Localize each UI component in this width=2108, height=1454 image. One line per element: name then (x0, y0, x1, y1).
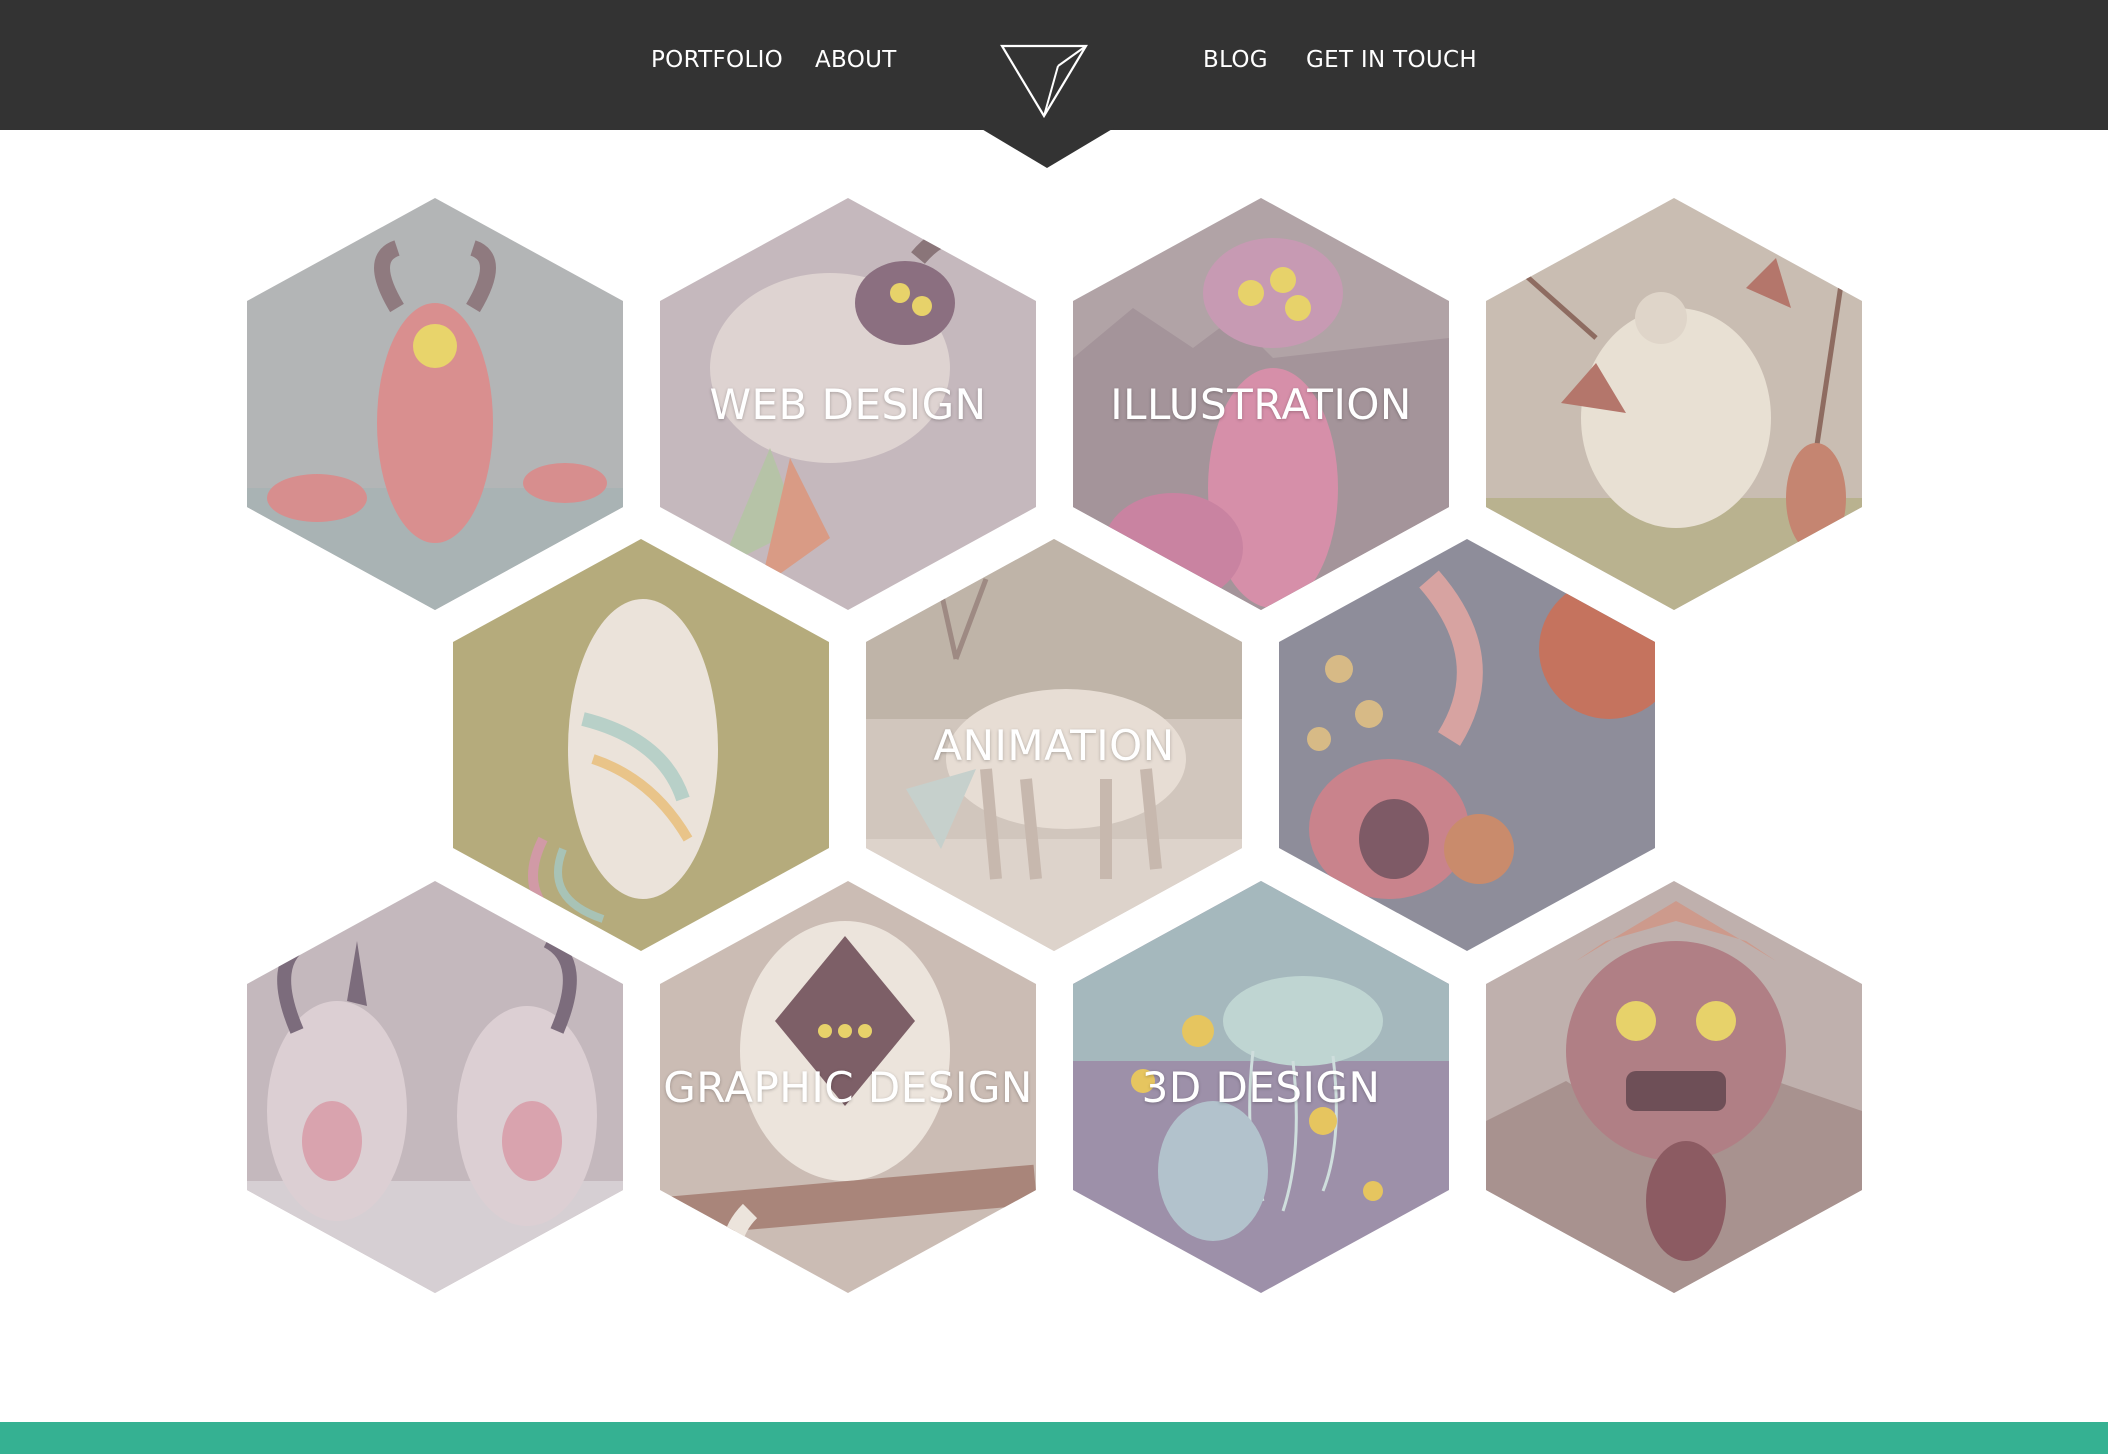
animation-tile[interactable]: ANIMATION (866, 539, 1242, 951)
triangle-down-icon (1000, 44, 1088, 119)
tile-label: ANIMATION (933, 720, 1175, 770)
portfolio-tile[interactable] (1486, 198, 1862, 610)
tile-label (247, 198, 623, 610)
tile-label (1486, 198, 1862, 610)
portfolio-tile[interactable] (453, 539, 829, 951)
graphic-design-tile[interactable]: GRAPHIC DESIGN (660, 881, 1036, 1293)
tile-label: WEB DESIGN (709, 379, 987, 429)
3d-design-tile[interactable]: 3D DESIGN (1073, 881, 1449, 1293)
tile-label (1486, 881, 1862, 1293)
site-header: PORTFOLIO ABOUT BLOG GET IN TOUCH (0, 0, 2108, 130)
portfolio-tile[interactable] (247, 881, 623, 1293)
nav-blog[interactable]: BLOG (1203, 46, 1268, 74)
tile-label (453, 539, 829, 951)
tile-label: 3D DESIGN (1141, 1062, 1381, 1112)
tile-label: GRAPHIC DESIGN (663, 1062, 1033, 1112)
footer-accent-bar (0, 1422, 2108, 1454)
nav-portfolio[interactable]: PORTFOLIO (651, 46, 783, 74)
tile-label (1279, 539, 1655, 951)
nav-about[interactable]: ABOUT (815, 46, 897, 74)
portfolio-tile[interactable] (1279, 539, 1655, 951)
web-design-tile[interactable]: WEB DESIGN (660, 198, 1036, 610)
portfolio-tile[interactable] (1486, 881, 1862, 1293)
nav-get-in-touch[interactable]: GET IN TOUCH (1306, 46, 1477, 74)
tile-label (247, 881, 623, 1293)
illustration-tile[interactable]: ILLUSTRATION (1073, 198, 1449, 610)
header-notch (980, 128, 1114, 168)
tile-label: ILLUSTRATION (1110, 379, 1412, 429)
portfolio-tile[interactable] (247, 198, 623, 610)
